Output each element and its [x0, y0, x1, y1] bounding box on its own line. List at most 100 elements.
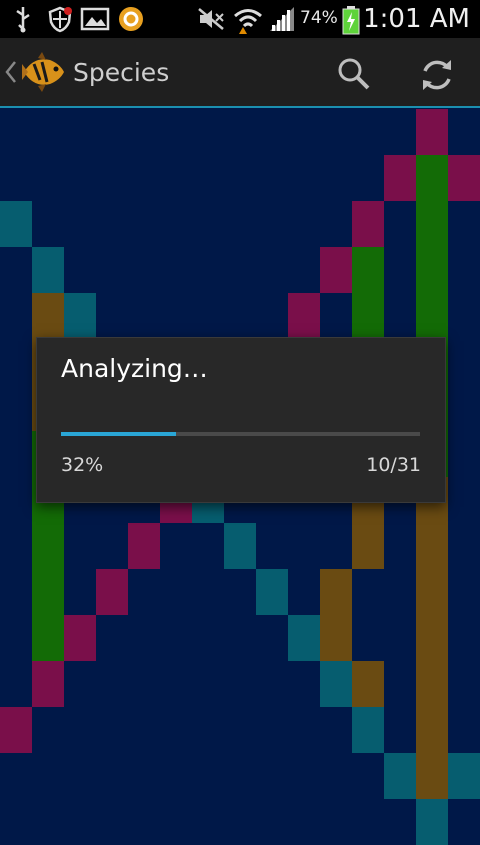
grid-cell: [320, 247, 352, 293]
grid-cell: [32, 293, 64, 339]
grid-cell: [96, 155, 128, 201]
grid-cell: [0, 109, 32, 155]
grid-cell: [352, 293, 384, 339]
grid-cell: [32, 109, 64, 155]
action-bar: Species: [0, 38, 480, 106]
grid-cell: [384, 523, 416, 569]
grid-cell: [192, 523, 224, 569]
grid-cell: [288, 293, 320, 339]
signal-icon: [268, 5, 296, 37]
grid-cell: [320, 109, 352, 155]
grid-cell: [32, 799, 64, 845]
grid-cell: [32, 615, 64, 661]
grid-cell: [64, 661, 96, 707]
grid-cell: [448, 523, 480, 569]
grid-cell: [416, 753, 448, 799]
grid-cell: [192, 799, 224, 845]
refresh-icon[interactable]: [418, 56, 456, 98]
grid-cell: [64, 523, 96, 569]
grid-cell: [128, 523, 160, 569]
grid-cell: [160, 155, 192, 201]
grid-cell: [160, 569, 192, 615]
grid-cell: [128, 155, 160, 201]
grid-cell: [192, 155, 224, 201]
grid-cell: [128, 201, 160, 247]
grid-cell: [448, 753, 480, 799]
fish-logo[interactable]: [20, 50, 66, 98]
progress-fill: [61, 432, 176, 436]
grid-cell: [192, 615, 224, 661]
wifi-icon: [232, 5, 264, 39]
grid-cell: [32, 707, 64, 753]
grid-cell: [448, 615, 480, 661]
grid-cell: [416, 247, 448, 293]
grid-cell: [0, 569, 32, 615]
grid-cell: [288, 201, 320, 247]
grid-cell: [96, 661, 128, 707]
grid-cell: [416, 109, 448, 155]
grid-cell: [320, 753, 352, 799]
grid-cell: [96, 707, 128, 753]
grid-cell: [256, 523, 288, 569]
grid-cell: [288, 109, 320, 155]
grid-cell: [160, 293, 192, 339]
grid-cell: [256, 799, 288, 845]
grid-cell: [64, 753, 96, 799]
grid-cell: [160, 615, 192, 661]
grid-cell: [416, 661, 448, 707]
grid-cell: [352, 707, 384, 753]
grid-cell: [384, 155, 416, 201]
grid-cell: [416, 155, 448, 201]
grid-cell: [224, 615, 256, 661]
grid-cell: [352, 201, 384, 247]
grid-cell: [0, 799, 32, 845]
grid-cell: [320, 615, 352, 661]
grid-cell: [288, 799, 320, 845]
search-icon[interactable]: [336, 56, 372, 96]
grid-cell: [224, 523, 256, 569]
grid-cell: [256, 201, 288, 247]
grid-cell: [192, 109, 224, 155]
grid-cell: [384, 661, 416, 707]
grid-cell: [160, 707, 192, 753]
grid-cell: [96, 569, 128, 615]
grid-cell: [448, 661, 480, 707]
grid-cell: [0, 293, 32, 339]
grid-cell: [64, 707, 96, 753]
screen-title: Species: [73, 58, 170, 87]
grid-cell: [352, 247, 384, 293]
grid-cell: [96, 109, 128, 155]
grid-cell: [160, 109, 192, 155]
grid-cell: [192, 661, 224, 707]
grid-cell: [448, 339, 480, 385]
grid-cell: [288, 569, 320, 615]
grid-cell: [224, 247, 256, 293]
grid-cell: [0, 247, 32, 293]
grid-cell: [32, 247, 64, 293]
grid-cell: [0, 155, 32, 201]
grid-cell: [384, 799, 416, 845]
grid-cell: [224, 293, 256, 339]
grid-cell: [448, 109, 480, 155]
grid-cell: [192, 201, 224, 247]
grid-cell: [416, 523, 448, 569]
grid-cell: [224, 109, 256, 155]
grid-cell: [288, 753, 320, 799]
grid-cell: [32, 661, 64, 707]
grid-cell: [64, 615, 96, 661]
grid-cell: [384, 615, 416, 661]
grid-cell: [128, 799, 160, 845]
grid-cell: [416, 799, 448, 845]
grid-cell: [192, 707, 224, 753]
grid-cell: [320, 293, 352, 339]
grid-cell: [352, 569, 384, 615]
grid-cell: [0, 661, 32, 707]
grid-cell: [320, 155, 352, 201]
grid-cell: [384, 569, 416, 615]
grid-cell: [320, 799, 352, 845]
back-icon[interactable]: [4, 60, 18, 88]
grid-cell: [288, 155, 320, 201]
grid-cell: [352, 799, 384, 845]
app-circle-icon: [116, 5, 146, 39]
action-bar-divider: [0, 106, 480, 108]
